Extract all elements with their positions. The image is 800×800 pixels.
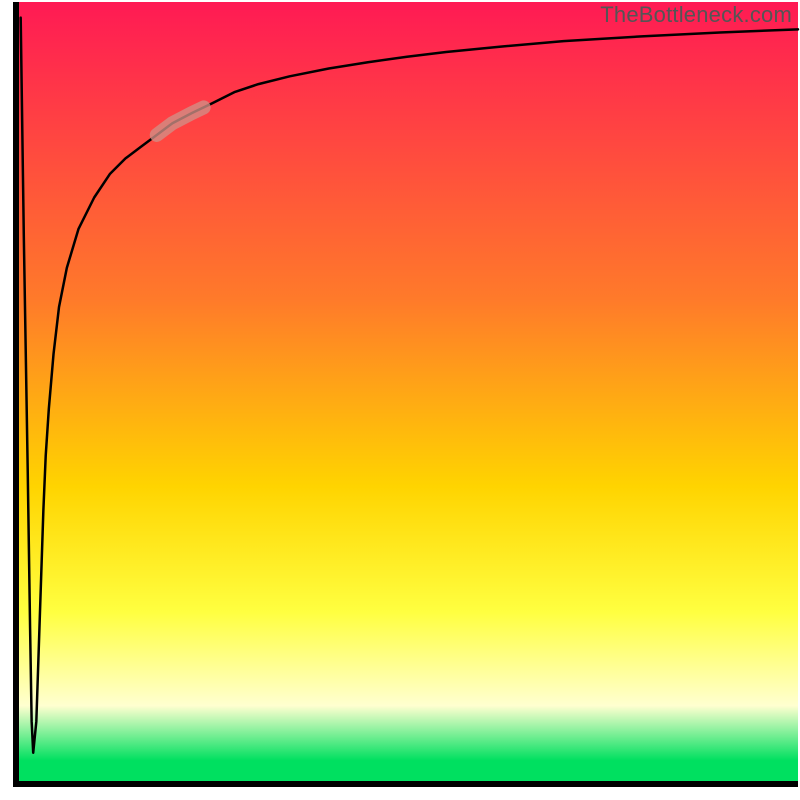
chart-container: TheBottleneck.com: [0, 0, 800, 800]
bottleneck-chart: [0, 0, 800, 800]
watermark-label: TheBottleneck.com: [600, 2, 792, 28]
gradient-background: [16, 2, 798, 784]
